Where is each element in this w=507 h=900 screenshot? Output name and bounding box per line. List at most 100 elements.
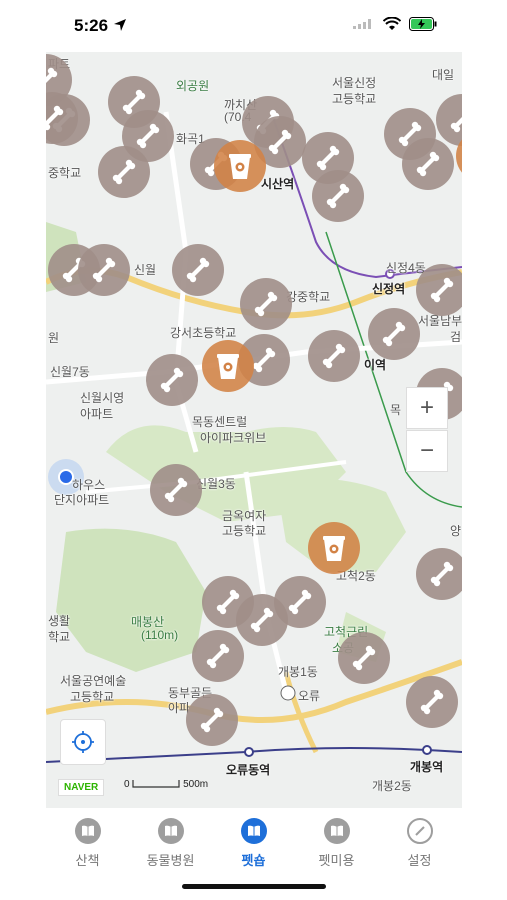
- book-icon: [323, 818, 350, 844]
- map-label-seoul-art-school: 고등학교: [70, 690, 115, 704]
- pet-shop-marker[interactable]: [172, 244, 224, 296]
- pet-shop-marker[interactable]: [416, 548, 462, 600]
- pet-shop-marker[interactable]: [192, 630, 244, 682]
- bone-icon: [200, 707, 224, 733]
- cafe-marker[interactable]: [308, 522, 360, 574]
- pet-shop-marker[interactable]: [416, 264, 462, 316]
- map-label-mokdong-central: 목동센트럴: [192, 415, 248, 429]
- bone-icon: [206, 643, 230, 669]
- map-label-sw2: 학교: [48, 630, 71, 644]
- bone-icon: [136, 123, 160, 149]
- map-label-seoul-singung-school: 고등학교: [332, 92, 377, 106]
- home-indicator: [182, 884, 326, 889]
- bone-icon: [160, 367, 184, 393]
- bone-icon: [382, 321, 406, 347]
- cafe-marker[interactable]: [202, 340, 254, 392]
- bone-icon: [352, 645, 376, 671]
- tab-settings[interactable]: 설정: [378, 812, 461, 872]
- map-label-ita: 이역: [364, 358, 387, 372]
- pet-shop-marker[interactable]: [312, 170, 364, 222]
- map-label-seoul-art: 서울공연예술: [60, 674, 127, 688]
- tab-pet-grooming[interactable]: 펫미용: [295, 812, 378, 872]
- map-label-oryu-ic: 오류: [298, 689, 321, 703]
- battery-charging-icon: [409, 17, 437, 31]
- bone-icon: [430, 561, 454, 587]
- coffee-cup-icon: [323, 536, 345, 561]
- status-bar: 5:26: [0, 0, 507, 50]
- map-label-gangjung: 강중학교: [286, 290, 331, 304]
- pet-shop-marker[interactable]: [274, 576, 326, 628]
- map-view[interactable]: 외공원 까치산 (70.4 화곡1 시산역 서울신정 고등학교 대일 신정4동 …: [46, 52, 462, 808]
- tab-label: 동물병원: [146, 853, 195, 868]
- map-label-apart: 아파트: [80, 407, 114, 421]
- bone-icon: [46, 105, 64, 131]
- coffee-cup-icon: [217, 354, 239, 379]
- cafe-marker[interactable]: [214, 140, 266, 192]
- pet-shop-marker[interactable]: [186, 694, 238, 746]
- bone-icon: [416, 151, 440, 177]
- map-label-sinjeong4: 신정4동: [386, 261, 426, 275]
- pet-shop-marker[interactable]: [368, 308, 420, 360]
- map-label-gaebong-station: 개봉역: [410, 760, 444, 774]
- book-icon: [74, 818, 101, 844]
- bone-icon: [316, 145, 340, 171]
- map-scale: 0 500m: [124, 779, 208, 790]
- bone-icon: [112, 159, 136, 185]
- bone-icon: [326, 183, 350, 209]
- map-label-danji: 단지아파트: [54, 493, 110, 507]
- map-label-ipark: 아이파크위브: [200, 431, 267, 445]
- map-label-daeil: 대일: [432, 68, 455, 82]
- bone-icon: [322, 343, 346, 369]
- book-icon: [157, 818, 184, 844]
- pet-shop-marker[interactable]: [240, 278, 292, 330]
- map-label-station: 시산역: [261, 177, 295, 191]
- map-label-maebongsan-height: (110m): [141, 628, 179, 642]
- map-label-gangseo: 강서초등학교: [170, 326, 237, 340]
- map-label-park: 외공원: [176, 79, 210, 93]
- scale-bar: [132, 780, 180, 788]
- zoom-out-button[interactable]: −: [406, 430, 448, 472]
- bone-icon: [450, 117, 462, 133]
- map-label-sw: 생활: [48, 614, 71, 628]
- map-label-sinwol: 신월: [134, 263, 157, 277]
- crosshair-icon: [72, 731, 94, 753]
- map-label-geumok-school: 고등학교: [222, 524, 267, 538]
- bone-icon: [186, 257, 210, 283]
- tab-animal-hospital[interactable]: 동물병원: [129, 812, 212, 872]
- bone-icon: [250, 607, 274, 633]
- map-label-sinjeong-station: 신정역: [372, 282, 406, 296]
- tab-bar: 산책 동물병원 펫숍 펫미용 설정: [0, 812, 507, 872]
- tab-label: 설정: [407, 853, 432, 868]
- current-location-button[interactable]: [60, 719, 106, 765]
- bone-icon: [46, 67, 58, 83]
- pet-shop-marker[interactable]: [308, 330, 360, 382]
- bone-icon: [288, 589, 312, 615]
- coffee-cup-icon: [229, 154, 251, 179]
- tab-label: 산책: [75, 853, 100, 868]
- map-label-gaebong2: 개봉2동: [372, 779, 412, 793]
- pet-shop-marker[interactable]: [146, 354, 198, 406]
- bone-icon: [92, 257, 116, 283]
- pet-shop-marker[interactable]: [406, 676, 458, 728]
- scale-zero: 0: [124, 779, 130, 790]
- pet-shop-marker[interactable]: [150, 464, 202, 516]
- map-label-sinwol7: 신월7동: [50, 365, 90, 379]
- zoom-in-button[interactable]: +: [406, 387, 448, 429]
- pet-shop-marker[interactable]: [78, 244, 130, 296]
- scale-label: 500m: [183, 779, 209, 790]
- pet-shop-marker[interactable]: [98, 146, 150, 198]
- bone-icon: [164, 477, 188, 503]
- tab-pet-shop[interactable]: 펫숍: [212, 812, 295, 872]
- pet-shop-marker[interactable]: [402, 138, 454, 190]
- location-arrow-icon: [113, 19, 126, 31]
- map-label-ok: 목: [390, 403, 402, 417]
- bone-icon: [420, 689, 444, 715]
- book-icon: [240, 818, 267, 844]
- bone-icon: [430, 277, 454, 303]
- tab-walk[interactable]: 산책: [46, 812, 129, 872]
- map-label-jungk: 중학교: [48, 166, 82, 180]
- tab-label: 펫미용: [318, 853, 355, 868]
- status-time: 5:26: [74, 16, 127, 36]
- pet-shop-marker[interactable]: [338, 632, 390, 684]
- compass-icon: [406, 818, 433, 844]
